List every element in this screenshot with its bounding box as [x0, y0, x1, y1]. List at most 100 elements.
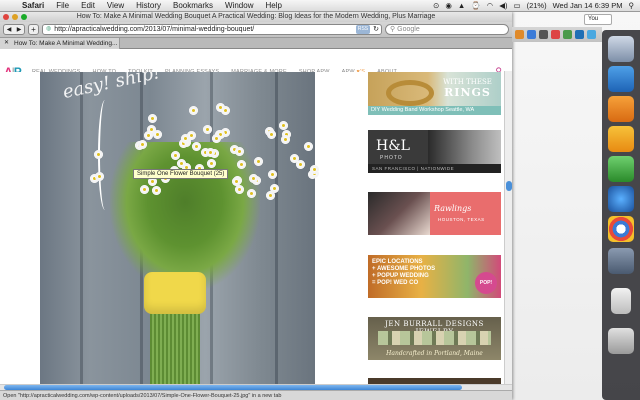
close-icon[interactable] — [3, 14, 9, 20]
extension-icon[interactable] — [587, 30, 596, 39]
back-icon[interactable]: ◀ — [7, 26, 12, 33]
menu-file[interactable]: File — [50, 1, 75, 10]
chamomile-flower — [191, 141, 201, 151]
address-bar[interactable]: ◍ http://apracticalwedding.com/2013/07/m… — [42, 24, 382, 35]
extension-icon[interactable] — [539, 30, 548, 39]
chamomile-flower — [212, 134, 222, 144]
reload-icon[interactable]: ↻ — [373, 25, 381, 34]
extension-toolbar — [512, 27, 602, 42]
extension-icon[interactable] — [563, 30, 572, 39]
rss-icon[interactable]: RSS — [355, 25, 371, 34]
ad-subtitle: HOUSTON, TEXAS — [438, 217, 485, 222]
document-icon[interactable] — [611, 288, 631, 314]
chamomile-flower — [216, 103, 226, 113]
chrome-icon[interactable] — [608, 216, 634, 242]
spotlight-icon[interactable]: ⚲ — [629, 1, 635, 10]
chamomile-flower — [203, 124, 213, 134]
menu-bookmarks[interactable]: Bookmarks — [167, 1, 219, 10]
app-icon[interactable] — [608, 126, 634, 152]
zoom-icon[interactable] — [21, 14, 27, 20]
app-icon[interactable] — [608, 66, 634, 92]
chamomile-flower — [248, 174, 258, 184]
ad-photo — [428, 130, 501, 164]
chamomile-flower — [148, 113, 158, 123]
browser-toolbar: ◀ ▶ + ◍ http://apracticalwedding.com/201… — [0, 22, 512, 37]
minimize-icon[interactable] — [12, 14, 18, 20]
tab-current[interactable]: ✕ How To: Make A Minimal Wedding... — [0, 38, 120, 49]
status-icon[interactable]: ⊙ — [433, 1, 439, 10]
volume-icon[interactable]: ◀) — [499, 1, 507, 10]
ad-hl-photo[interactable]: H&L PHOTO SAN FRANCISCO | NATIONWIDE — [368, 130, 501, 173]
search-field[interactable]: ⚲ Google — [385, 24, 509, 35]
chamomile-flower — [188, 105, 198, 115]
tab-bar: ✕ How To: Make A Minimal Wedding... — [0, 37, 512, 49]
itunes-icon[interactable] — [608, 186, 634, 212]
window-title: How To: Make A Minimal Wedding Bouquet A… — [76, 13, 436, 20]
menu-help[interactable]: Help — [259, 1, 287, 10]
battery-percent: (21%) — [526, 1, 547, 10]
battery-icon[interactable]: ▭ — [513, 1, 520, 10]
menu-window[interactable]: Window — [219, 1, 259, 10]
chamomile-flower — [140, 184, 149, 194]
ad-subtitle: Handcrafted in Portland, Maine — [386, 350, 483, 357]
chamomile-flower — [247, 189, 257, 199]
photo-app-icon[interactable] — [608, 248, 634, 274]
menu-clock[interactable]: Wed Jan 14 6:39 PM — [553, 1, 623, 10]
chamomile-flower — [253, 157, 263, 167]
chamomile-flower — [95, 171, 105, 181]
chamomile-flower — [234, 147, 244, 157]
window-titlebar: How To: Make A Minimal Wedding Bouquet A… — [0, 12, 512, 22]
extension-icon[interactable] — [515, 30, 524, 39]
close-tab-icon[interactable]: ✕ — [4, 38, 9, 49]
wifi-icon[interactable]: ◠ — [487, 1, 494, 10]
ad-rawlings[interactable]: Rawlings HOUSTON, TEXAS — [368, 192, 501, 235]
forward-icon[interactable]: ▶ — [17, 26, 22, 33]
profile-button[interactable]: You — [584, 14, 612, 25]
menu-edit[interactable]: Edit — [75, 1, 101, 10]
url-text[interactable]: http://apracticalwedding.com/2013/07/min… — [54, 25, 353, 34]
ad-pop-wed-co[interactable]: EPIC LOCATIONS + AWESOME PHOTOS + POPUP … — [368, 255, 501, 298]
finder-icon[interactable] — [608, 36, 634, 62]
menu-view[interactable]: View — [101, 1, 130, 10]
search-icon: ⚲ — [390, 26, 396, 33]
ad-strip: DIY Wedding Band Workshop Seattle, WA — [368, 106, 501, 115]
ad-jen-burrall[interactable]: JEN BURRALL DESIGNS JEWELRY Handcrafted … — [368, 317, 501, 360]
ad-jewelry-image — [378, 331, 491, 345]
chamomile-flower — [176, 159, 186, 169]
status-icon[interactable]: ▲ — [458, 1, 465, 10]
ad-title: Rawlings — [434, 204, 472, 213]
trash-icon[interactable] — [608, 328, 634, 354]
status-icon[interactable]: ◉ — [445, 1, 452, 10]
menu-app-safari[interactable]: Safari — [16, 1, 50, 10]
menu-history[interactable]: History — [130, 1, 167, 10]
chamomile-flower — [295, 159, 305, 169]
chamomile-flower — [310, 164, 319, 174]
chamomile-flower — [207, 158, 217, 168]
chamomile-flower — [234, 184, 244, 194]
vertical-scrollbar[interactable] — [504, 71, 512, 384]
scroll-thumb[interactable] — [506, 181, 512, 191]
ad-strip: SAN FRANCISCO | NATIONWIDE — [368, 164, 501, 173]
extension-icon[interactable] — [551, 30, 560, 39]
search-placeholder: Google — [397, 26, 420, 33]
chamomile-flower — [280, 134, 290, 144]
page-content: easy! ship! Simple One Flower Bouquet (2… — [0, 72, 504, 384]
plus-icon[interactable]: + — [28, 24, 39, 35]
bouquet-photo[interactable]: easy! ship! — [40, 72, 319, 384]
chamomile-flower — [265, 190, 275, 200]
extension-icon[interactable] — [575, 30, 584, 39]
safari-window: How To: Make A Minimal Wedding Bouquet A… — [0, 12, 512, 400]
extension-icon[interactable] — [527, 30, 536, 39]
globe-icon: ◍ — [46, 26, 52, 32]
image-tooltip: Simple One Flower Bouquet (25) — [133, 169, 229, 179]
ring-graphic — [386, 80, 434, 106]
app-icon[interactable] — [608, 156, 634, 182]
ad-with-these-rings[interactable]: WITH THESE RINGS DIY Wedding Band Worksho… — [368, 72, 501, 115]
menu-extras: ⊙ ◉ ▲ ⌚ ◠ ◀) ▭ (21%) Wed Jan 14 6:39 PM … — [433, 1, 640, 10]
status-bar: Open "http://apracticalwedding.com/wp-co… — [0, 390, 512, 400]
pages-icon[interactable] — [608, 96, 634, 122]
ad-logo: H&L — [376, 138, 410, 154]
chamomile-flower — [143, 130, 153, 140]
status-icon[interactable]: ⌚ — [471, 1, 480, 10]
window-controls — [3, 14, 27, 20]
